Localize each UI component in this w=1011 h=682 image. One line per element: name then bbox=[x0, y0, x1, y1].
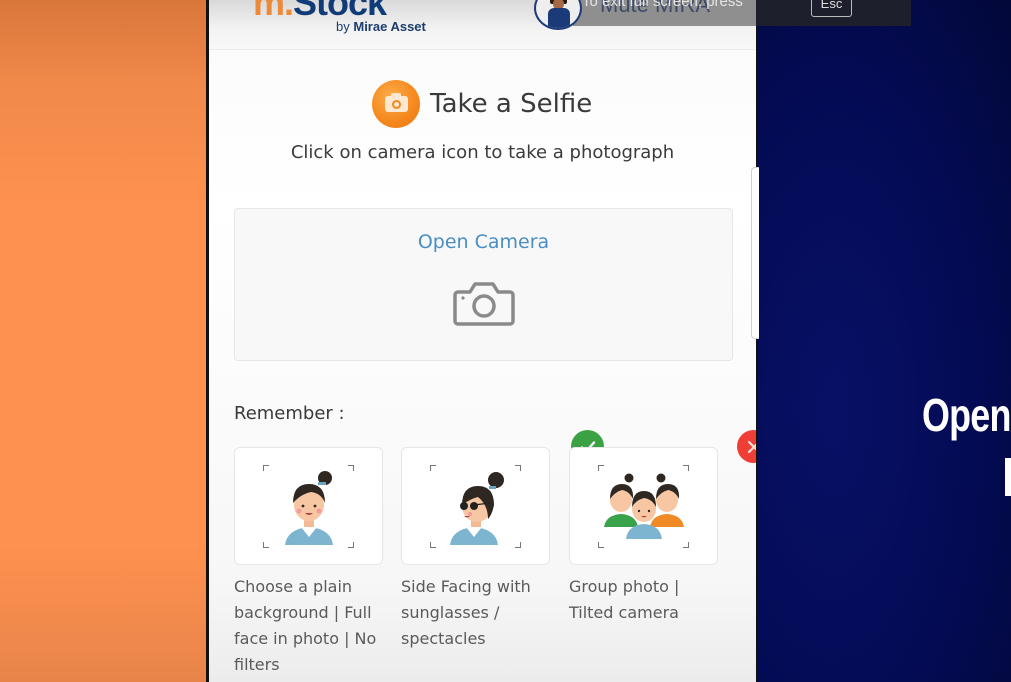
close-icon bbox=[747, 440, 756, 453]
esc-key-hint: Esc bbox=[811, 0, 852, 17]
woman-front-facing-illustration bbox=[285, 471, 333, 545]
example-card-correct bbox=[234, 447, 383, 565]
promo-text-fragment bbox=[1005, 458, 1011, 496]
promo-heading: Open bbox=[922, 389, 1011, 441]
open-camera-button[interactable]: Open Camera bbox=[234, 208, 733, 361]
woman-side-sunglasses-illustration bbox=[450, 472, 504, 545]
group-photo-illustration bbox=[604, 473, 684, 539]
page-title-row: Take a Selfie bbox=[372, 79, 592, 129]
logo-prefix: m. bbox=[253, 0, 294, 23]
open-camera-label: Open Camera bbox=[417, 231, 550, 253]
page-title: Take a Selfie bbox=[430, 89, 593, 119]
example-caption: Side Facing with sunglasses / spectacles bbox=[401, 577, 531, 648]
left-background-panel bbox=[0, 0, 206, 682]
logo-subtitle: by Mirae Asset bbox=[336, 19, 426, 34]
photo-frame bbox=[598, 465, 689, 548]
example-card-incorrect-side-facing bbox=[401, 447, 550, 565]
example-caption: Choose a plain background | Full face in… bbox=[234, 577, 377, 674]
example-card-incorrect-group bbox=[569, 447, 718, 565]
fullscreen-hint-text: To exit full screen, press bbox=[582, 0, 743, 10]
mobile-app-screen: m.Stock by Mirae Asset Mute MIRA Take a … bbox=[209, 0, 756, 682]
photo-frame bbox=[263, 465, 354, 548]
logo-sub-prefix: by bbox=[336, 19, 350, 34]
side-panel-edge bbox=[751, 167, 759, 339]
incorrect-badge bbox=[737, 430, 756, 463]
logo-sub-company: Mirae Asset bbox=[353, 19, 426, 34]
page-subtitle: Click on camera icon to take a photograp… bbox=[290, 142, 675, 163]
fullscreen-hint: To exit full screen, press bbox=[564, 0, 814, 18]
example-caption: Group photo | Tilted camera bbox=[569, 577, 680, 622]
right-divider bbox=[756, 0, 758, 682]
camera-icon bbox=[372, 80, 420, 128]
photo-frame bbox=[430, 465, 521, 548]
right-background-panel bbox=[758, 0, 1011, 682]
remember-heading: Remember : bbox=[234, 403, 345, 424]
camera-outline-icon[interactable] bbox=[453, 279, 515, 327]
